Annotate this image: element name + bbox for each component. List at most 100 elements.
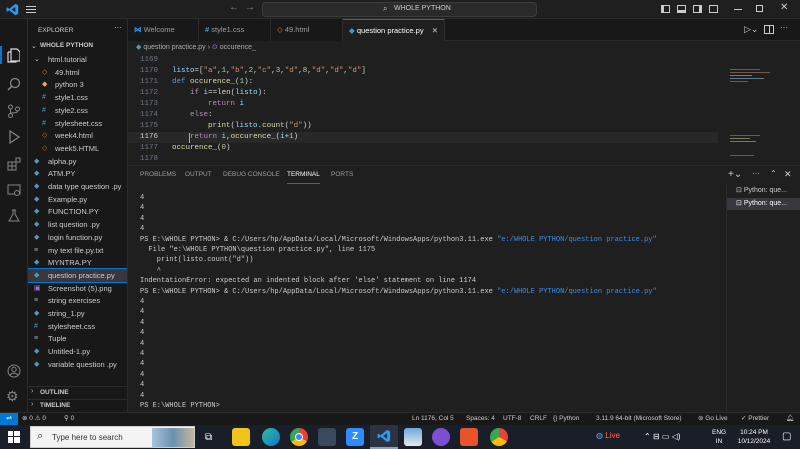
search-sidebar-icon[interactable] <box>7 77 21 91</box>
tab-debug-console[interactable]: DEBUG CONSOLE <box>223 166 280 184</box>
maximize-panel-icon[interactable]: ⌃ <box>770 169 777 178</box>
tree-item[interactable]: ◆ python 3 <box>28 78 127 91</box>
tree-item[interactable]: ◆ string_1.py <box>28 307 127 320</box>
testing-icon[interactable] <box>7 209 21 223</box>
windows-start-icon[interactable] <box>8 431 20 443</box>
account-icon[interactable] <box>7 364 21 378</box>
minimize-button[interactable] <box>734 9 742 10</box>
tree-item[interactable]: ◆ question practice.py <box>28 267 127 283</box>
tree-item[interactable]: ◇ week4.html <box>28 129 127 142</box>
file-explorer-icon[interactable] <box>232 428 250 446</box>
tree-item[interactable]: # stylesheet.css <box>28 320 127 333</box>
prettier-indicator[interactable]: ✓ Prettier <box>741 413 769 425</box>
tree-item[interactable]: ≡ string exercises <box>28 294 127 307</box>
language-mode[interactable]: {} Python <box>553 413 579 425</box>
tree-item[interactable]: ◆ variable question .py <box>28 358 127 371</box>
tree-item[interactable]: ◆ ATM.PY <box>28 167 127 180</box>
clock[interactable]: 10:24 PM 10/12/2024 <box>734 428 774 446</box>
tab-output[interactable]: OUTPUT <box>185 166 212 184</box>
close-tab-icon[interactable]: ✕ <box>432 26 438 35</box>
workspace-root[interactable]: ⌄ WHOLE PYTHON <box>28 41 127 53</box>
tree-item[interactable]: ◇ week5.HTML <box>28 142 127 155</box>
tree-item[interactable]: ◆ login function.py <box>28 231 127 244</box>
more-actions-icon[interactable]: ··· <box>752 169 760 178</box>
command-center-search[interactable]: ⌕ WHOLE PYTHON <box>262 2 537 17</box>
notifications-bell-icon[interactable]: 🔔︎ <box>786 413 794 425</box>
vscode-taskbar-icon[interactable] <box>370 425 398 449</box>
forward-arrow-icon[interactable]: → <box>245 2 255 13</box>
chrome-profile-icon[interactable] <box>490 428 508 446</box>
split-editor-icon[interactable] <box>764 25 774 34</box>
run-debug-icon[interactable] <box>7 129 21 145</box>
toggle-panel-icon[interactable] <box>677 5 686 13</box>
toggle-secondary-sidebar-icon[interactable] <box>693 5 702 13</box>
zoom-app-icon[interactable]: Z <box>346 428 364 446</box>
tree-item[interactable]: ◆ list question .py <box>28 218 127 231</box>
encoding[interactable]: UTF-8 <box>503 413 521 425</box>
terminal-output[interactable]: 4 4 4 4 PS E:\WHOLE PYTHON> & C:/Users/hp/Ap… <box>140 193 720 413</box>
tree-item[interactable]: # style2.css <box>28 104 127 117</box>
toggle-primary-sidebar-icon[interactable] <box>661 5 670 13</box>
explorer-icon[interactable] <box>7 48 21 63</box>
edge-browser-icon[interactable] <box>262 428 280 446</box>
remote-explorer-icon[interactable] <box>7 183 21 197</box>
terminal-instance[interactable]: ⊡ Python: que... <box>727 185 800 197</box>
tree-item[interactable]: ◆ FUNCTION.PY <box>28 205 127 218</box>
python-interpreter[interactable]: 3.11.9 64-bit (Microsoft Store) <box>596 413 682 425</box>
tree-item[interactable]: ⌄ html.tutorial <box>28 53 127 66</box>
settings-gear-icon[interactable]: ⚙ <box>6 389 19 403</box>
system-tray[interactable]: ⌃ ⊟ ▭ ◁) <box>644 432 681 441</box>
menu-icon[interactable] <box>26 4 36 14</box>
extensions-icon[interactable] <box>7 157 21 171</box>
close-button[interactable]: ✕ <box>780 2 788 13</box>
run-python-file-icon[interactable]: ▷⌄ <box>744 24 758 35</box>
indentation[interactable]: Spaces: 4 <box>466 413 495 425</box>
remote-indicator[interactable]: ⇌ <box>0 413 18 425</box>
back-arrow-icon[interactable]: ← <box>229 2 239 13</box>
outline-section[interactable]: › OUTLINE <box>28 386 127 398</box>
tree-item[interactable]: ◆ alpha.py <box>28 155 127 168</box>
breadcrumb-symbol[interactable]: occurence_ <box>220 44 256 51</box>
tab-terminal[interactable]: TERMINAL <box>287 166 320 184</box>
source-control-icon[interactable] <box>7 104 21 118</box>
customize-layout-icon[interactable] <box>709 5 718 13</box>
tree-item[interactable]: ◆ data type question .py <box>28 180 127 193</box>
chrome-browser-icon[interactable] <box>290 428 308 446</box>
tree-item[interactable]: ◇ 49.html <box>28 66 127 79</box>
tree-item[interactable]: ≡ my text file.py.txt <box>28 244 127 257</box>
cursor-position[interactable]: Ln 1176, Col 5 <box>412 413 454 425</box>
tree-item[interactable]: # stylesheet.css <box>28 117 127 130</box>
media-app-icon[interactable] <box>318 428 336 446</box>
tree-item[interactable]: ▣ Screenshot (5).png <box>28 282 127 295</box>
close-panel-icon[interactable]: ✕ <box>784 169 792 180</box>
breadcrumb-file[interactable]: question practice.py <box>143 44 205 51</box>
tab-question-practice[interactable]: ◆ question practice.py ✕ <box>343 19 445 41</box>
tab-problems[interactable]: PROBLEMS <box>140 166 176 184</box>
go-live-button[interactable]: ⊚ Go Live <box>698 413 728 425</box>
minimap[interactable] <box>724 59 784 179</box>
app-icon-office[interactable] <box>460 428 478 446</box>
task-view-icon[interactable]: ⧉ <box>205 432 212 443</box>
timeline-section[interactable]: › TIMELINE <box>28 399 127 411</box>
restore-button[interactable] <box>756 5 763 12</box>
more-actions-icon[interactable]: ··· <box>780 23 788 32</box>
notification-center-icon[interactable]: ▢ <box>782 431 791 442</box>
tab-welcome[interactable]: ⋈ Welcome <box>128 19 199 41</box>
input-language[interactable]: ENG IN <box>712 428 726 446</box>
new-terminal-icon[interactable]: +⌄ <box>728 169 742 180</box>
end-of-line[interactable]: CRLF <box>530 413 547 425</box>
app-icon-circle[interactable] <box>432 428 450 446</box>
weather-widget[interactable]: ◍ Live <box>596 431 620 440</box>
tab-style1-css[interactable]: # style1.css <box>199 19 271 41</box>
app-icon-landscape[interactable] <box>404 428 422 446</box>
explorer-more-icon[interactable]: ··· <box>114 23 122 32</box>
tab-ports[interactable]: PORTS <box>331 166 353 184</box>
taskbar-search-box[interactable]: ⌕ Type here to search <box>30 426 195 448</box>
tree-item[interactable]: ◆ MYNTRA.PY <box>28 256 127 269</box>
code-editor[interactable]: 1169 1170 listo=["a",1,"b",2,"c",3,"d",8,… <box>128 55 718 183</box>
problems-indicator[interactable]: ⊗ 0 ⚠ 0 <box>22 413 46 425</box>
tab-49-html[interactable]: ◇ 49.html <box>271 19 343 41</box>
tree-item[interactable]: ◆ Example.py <box>28 193 127 206</box>
tree-item[interactable]: ◆ Untitled-1.py <box>28 345 127 358</box>
tree-item[interactable]: ≡ Tuple <box>28 332 127 345</box>
